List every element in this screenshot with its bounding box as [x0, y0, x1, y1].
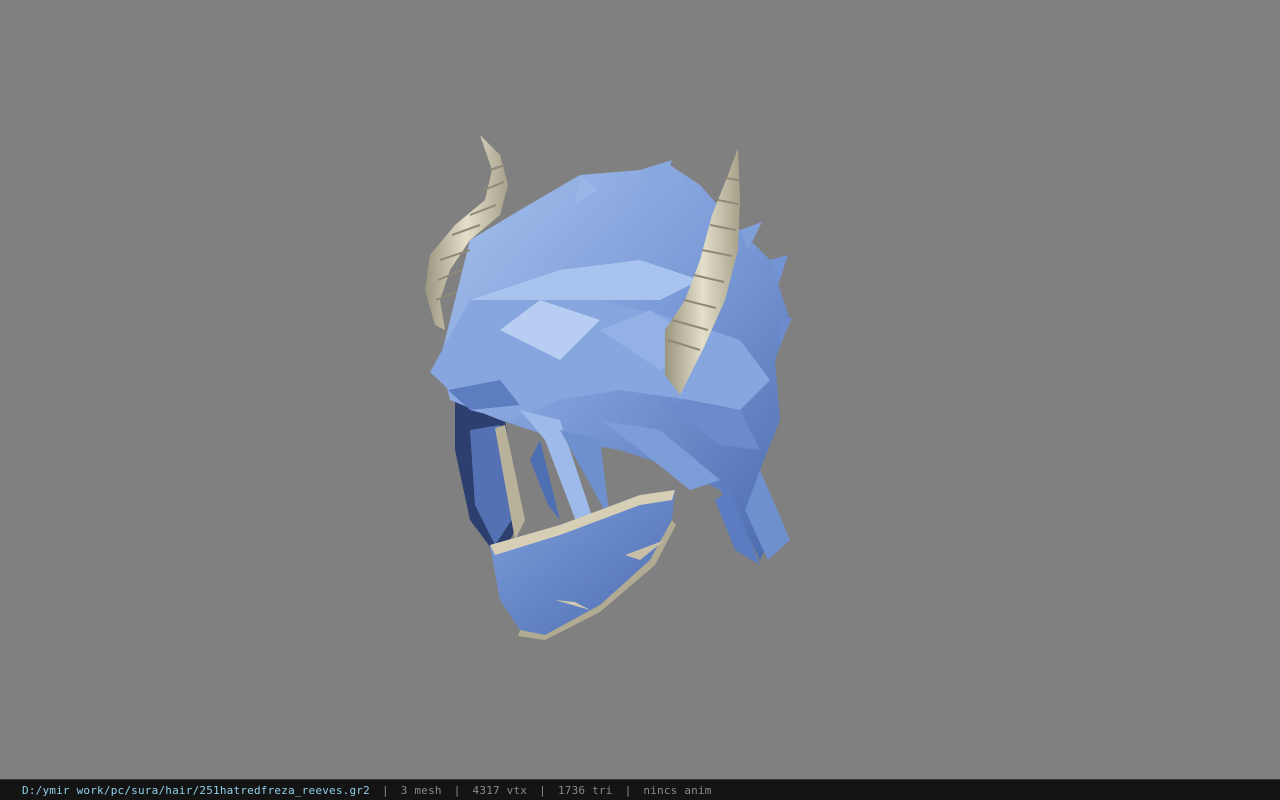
vertex-count: 4317 vtx: [472, 783, 528, 797]
3d-viewport[interactable]: [0, 0, 1280, 779]
triangle-count: 1736 tri: [557, 783, 613, 797]
animation-status: nincs anim: [643, 783, 712, 797]
status-bar: D:/ymir work/pc/sura/hair/251hatredfreza…: [0, 779, 1280, 800]
status-separator: |: [453, 783, 461, 797]
hair-helmet-model[interactable]: [0, 0, 1280, 779]
status-separator: |: [381, 783, 389, 797]
status-separator: |: [539, 783, 546, 797]
mesh-count: 3 mesh: [400, 783, 442, 797]
file-path: D:/ymir work/pc/sura/hair/251hatredfreza…: [22, 783, 370, 797]
status-separator: |: [624, 783, 632, 797]
